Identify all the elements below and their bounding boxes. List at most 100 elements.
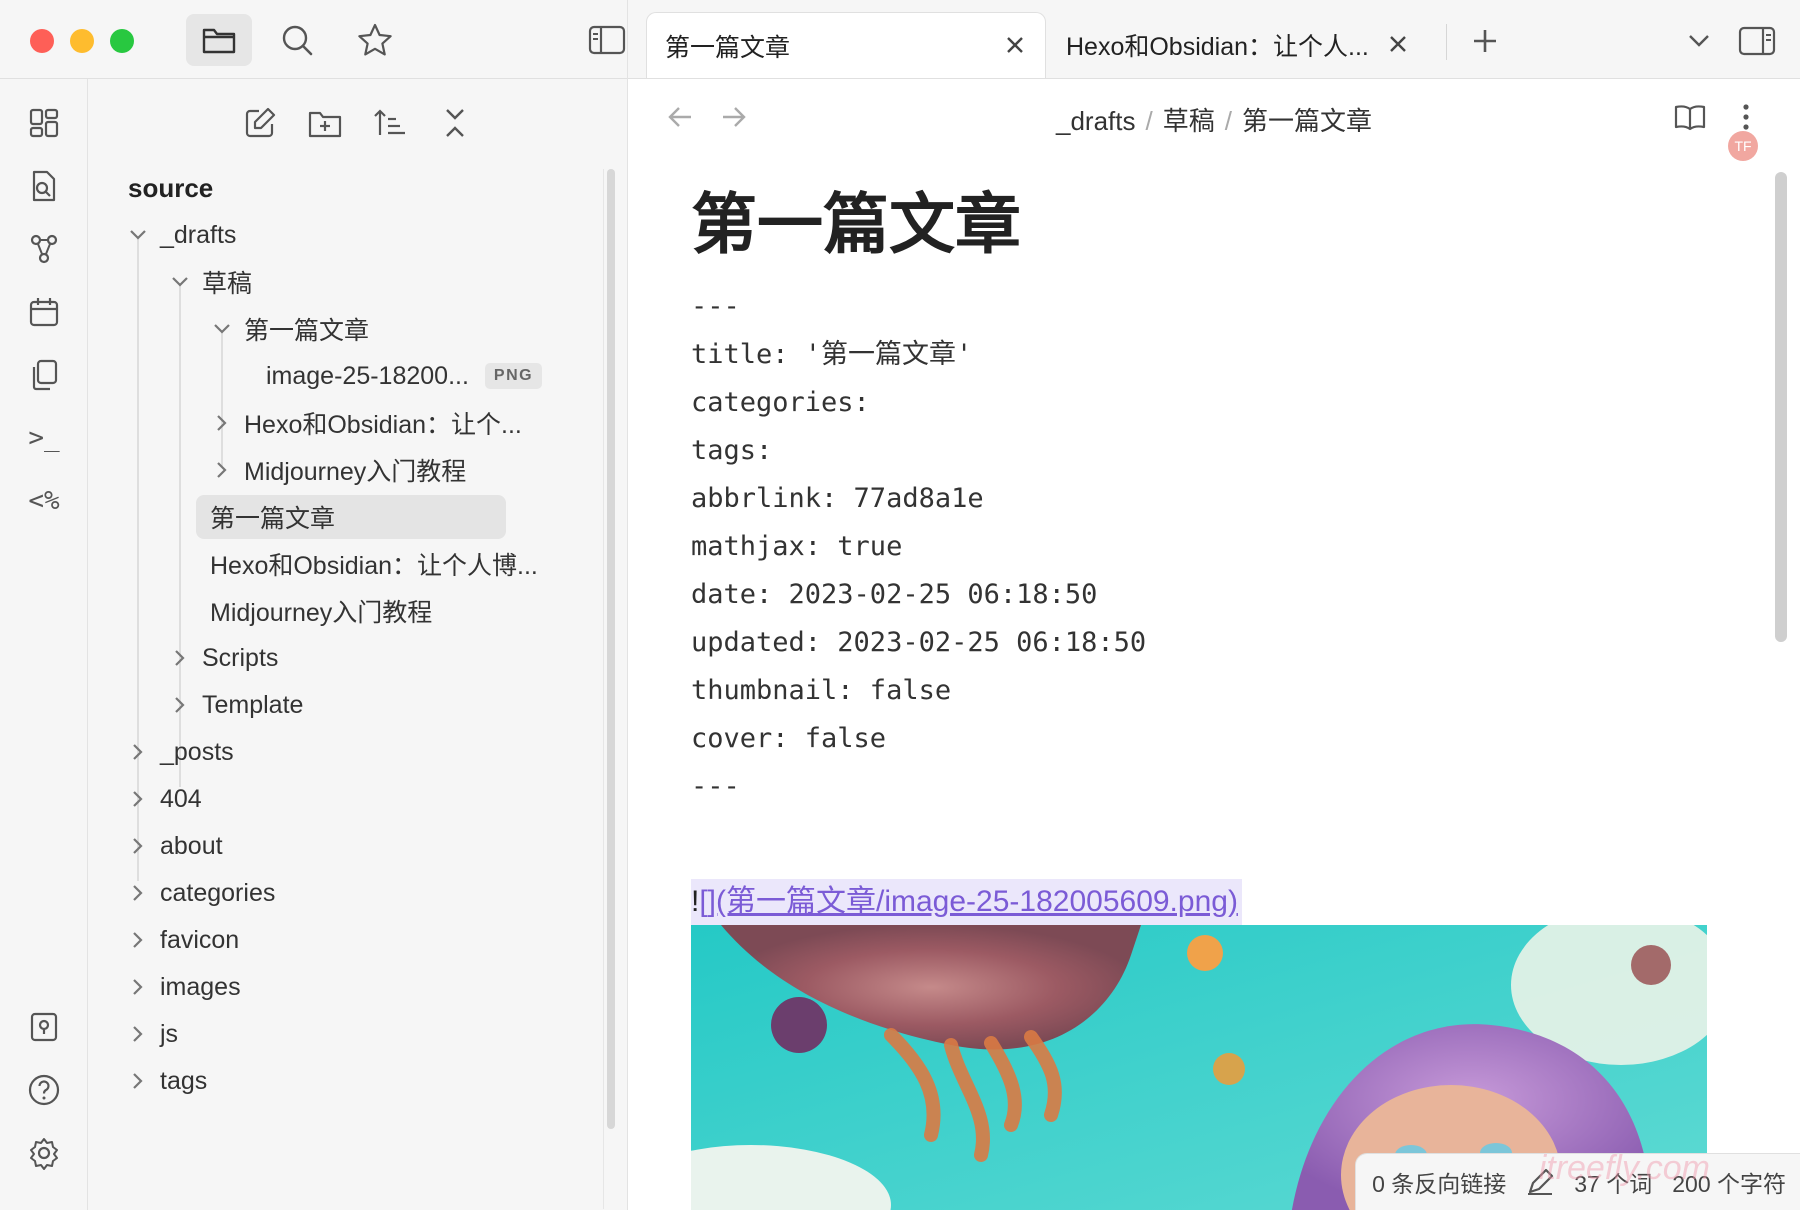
tab-strip: 第一篇文章 Hexo和Obsidian：让个人... [628, 0, 1800, 79]
tab-divider [1446, 24, 1447, 60]
backlinks-count[interactable]: 0 条反向链接 [1372, 1165, 1506, 1199]
explorer-scroll-track [603, 169, 604, 1209]
new-note-icon[interactable] [238, 101, 282, 145]
note-content[interactable]: 第一篇文章 --- title: '第一篇文章' categories: tag… [691, 155, 1731, 1210]
chevron-right-icon [126, 787, 150, 811]
frontmatter-line: mathjax: true [691, 531, 903, 562]
chevron-right-icon [126, 881, 150, 905]
settings-icon[interactable] [24, 1133, 64, 1173]
right-sidebar-toggle-icon[interactable] [1738, 22, 1776, 60]
new-tab-icon[interactable] [1466, 22, 1504, 60]
avatar[interactable]: TF [1728, 131, 1758, 161]
folder-tags[interactable]: tags [126, 1059, 207, 1103]
folder-about[interactable]: about [126, 824, 223, 868]
folder-first-article[interactable]: 第一篇文章 [210, 307, 369, 351]
folder-categories[interactable]: categories [126, 871, 275, 915]
copy-icon[interactable] [24, 355, 64, 395]
folder-label: 草稿 [202, 270, 253, 298]
sort-icon[interactable] [368, 101, 412, 145]
editor-scrollbar[interactable] [1775, 172, 1787, 642]
chevron-right-icon [126, 834, 150, 858]
chevron-right-icon [168, 693, 192, 717]
calendar-icon[interactable] [24, 292, 64, 332]
vault-icon[interactable] [24, 1007, 64, 1047]
folder-label: js [160, 1019, 179, 1048]
frontmatter-line: updated: 2023-02-25 06:18:50 [691, 627, 1147, 658]
file-hexo-note[interactable]: Hexo和Obsidian：让个人博... [210, 542, 538, 586]
graph-icon[interactable] [24, 229, 64, 269]
terminal-label: >_ [28, 423, 60, 453]
folder-hexo[interactable]: Hexo和Obsidian：让个... [210, 401, 522, 445]
frontmatter-line: cover: false [691, 723, 887, 754]
help-icon[interactable] [24, 1070, 64, 1110]
templater-icon[interactable]: <% [24, 481, 64, 521]
vault-root[interactable]: source [128, 166, 213, 210]
image-embed-link[interactable]: ![](第一篇文章/image-25-182005609.png) [691, 879, 1242, 925]
file-search-icon[interactable] [24, 166, 64, 206]
breadcrumb-item[interactable]: 草稿 [1163, 106, 1215, 136]
chevron-right-icon [126, 975, 150, 999]
file-extension-badge: PNG [484, 363, 543, 389]
folder-posts[interactable]: _posts [126, 730, 234, 774]
chevron-right-icon [210, 411, 234, 435]
new-folder-icon[interactable] [303, 101, 347, 145]
frontmatter-line: thumbnail: false [691, 675, 952, 706]
frontmatter[interactable]: --- title: '第一篇文章' categories: tags: abb… [691, 283, 1731, 811]
frontmatter-line: abbrlink: 77ad8a1e [691, 483, 984, 514]
file-midjourney-note[interactable]: Midjourney入门教程 [210, 589, 432, 633]
folder-label: Template [202, 690, 304, 719]
breadcrumb-item[interactable]: 第一篇文章 [1242, 106, 1372, 136]
note-title: 第一篇文章 [691, 187, 1021, 261]
breadcrumb-separator: / [1224, 106, 1232, 136]
explorer-scrollbar[interactable] [607, 169, 615, 1129]
image-link[interactable]: [](第一篇文章/image-25-182005609.png) [699, 885, 1238, 918]
folder-label: Hexo和Obsidian：让个... [244, 411, 522, 439]
frontmatter-line: tags: [691, 435, 773, 466]
terminal-icon[interactable]: >_ [24, 418, 64, 458]
collapse-all-icon[interactable] [433, 101, 477, 145]
frontmatter-line: date: 2023-02-25 06:18:50 [691, 579, 1098, 610]
breadcrumb: _drafts / 草稿 / 第一篇文章 [628, 101, 1800, 138]
chevron-right-icon [210, 458, 234, 482]
breadcrumb-item[interactable]: _drafts [1056, 106, 1136, 136]
zoom-window-button[interactable] [110, 29, 134, 53]
star-icon[interactable] [342, 14, 408, 66]
folder-scripts[interactable]: Scripts [168, 636, 278, 680]
folder-label: _posts [160, 737, 234, 766]
folder-label: tags [160, 1066, 208, 1095]
folder-js[interactable]: js [126, 1012, 178, 1056]
chevron-right-icon [168, 646, 192, 670]
file-first-article-active[interactable]: 第一篇文章 [196, 495, 506, 539]
close-icon[interactable] [1001, 31, 1029, 59]
chevron-right-icon [126, 1069, 150, 1093]
folder-favicon[interactable]: favicon [126, 918, 239, 962]
chevron-down-icon [168, 270, 192, 294]
frontmatter-line: --- [691, 771, 740, 802]
file-explorer: source _drafts 草稿 第一篇文章 image-25-18200..… [88, 79, 627, 1210]
file-image[interactable]: image-25-18200... PNG [266, 354, 543, 398]
frontmatter-line: --- [691, 291, 740, 322]
folder-caogao[interactable]: 草稿 [168, 260, 252, 304]
minimize-window-button[interactable] [70, 29, 94, 53]
frontmatter-line: title: '第一篇文章' [691, 339, 973, 370]
folder-midjourney[interactable]: Midjourney入门教程 [210, 448, 466, 492]
folder-icon[interactable] [186, 14, 252, 66]
left-pane: >_ <% source _drafts 草稿 第一篇文章 image-25-1… [0, 0, 628, 1210]
reading-view-icon[interactable] [1672, 99, 1708, 135]
folder-images[interactable]: images [126, 965, 241, 1009]
tab-first-article[interactable]: 第一篇文章 [646, 12, 1046, 78]
folder-label: favicon [160, 925, 240, 954]
search-icon[interactable] [264, 14, 330, 66]
folder-drafts[interactable]: _drafts [126, 213, 236, 257]
chevron-down-icon[interactable] [1680, 22, 1718, 60]
tab-hexo[interactable]: Hexo和Obsidian：让个人... [1048, 12, 1428, 78]
close-window-button[interactable] [30, 29, 54, 53]
frontmatter-line: categories: [691, 387, 870, 418]
folder-404[interactable]: 404 [126, 777, 202, 821]
folder-template[interactable]: Template [168, 683, 303, 727]
editor-pane: 第一篇文章 Hexo和Obsidian：让个人... _drafts / 草稿 / 第一… [628, 0, 1800, 1210]
vault-root-label: source [128, 172, 214, 203]
more-options-icon[interactable] [1728, 99, 1764, 135]
dashboard-icon[interactable] [24, 103, 64, 143]
close-icon[interactable] [1384, 30, 1412, 58]
